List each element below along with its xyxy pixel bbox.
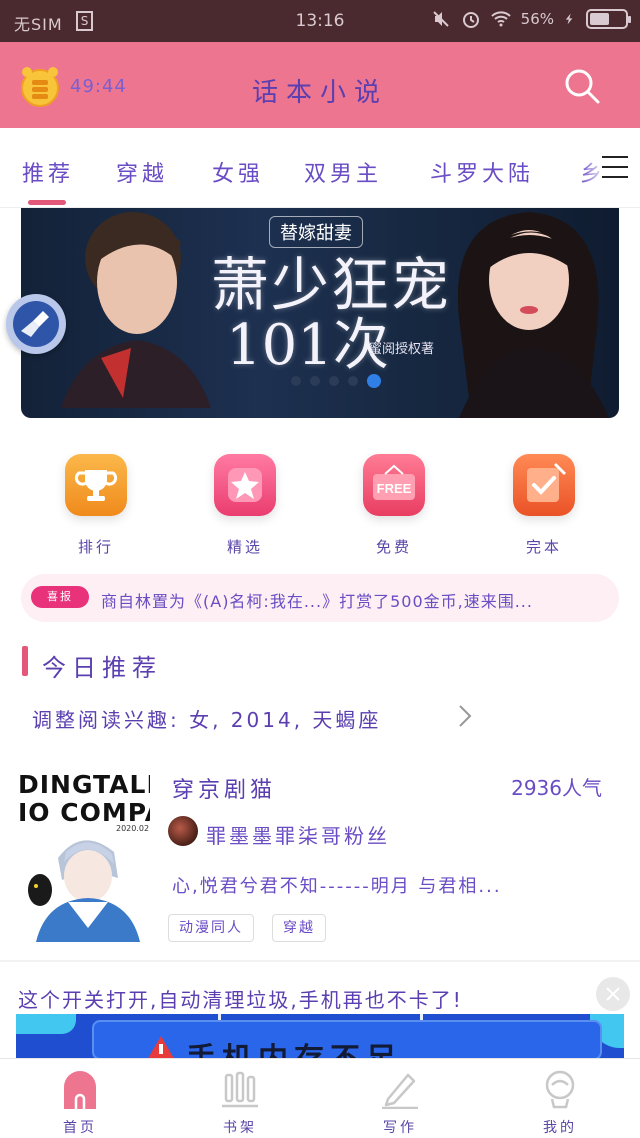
notice-text: 商自林置为《(A)名柯:我在...》打赏了500金币,速来围... xyxy=(101,592,533,611)
nav-profile-label: 我的 xyxy=(543,1120,577,1136)
nav-write-label: 写作 xyxy=(383,1120,417,1136)
menu-icon[interactable] xyxy=(600,152,630,182)
completed-label: 完本 xyxy=(525,538,562,556)
charging-icon xyxy=(565,13,573,25)
tag-anime-fanfic[interactable]: 动漫同人 xyxy=(168,914,254,942)
ad-banner-image[interactable]: 手机内存不足 xyxy=(16,1014,624,1058)
book-title[interactable]: 穿京剧猫 xyxy=(172,772,276,804)
nav-bookshelf[interactable]: 书架 xyxy=(160,1059,320,1138)
completed-button[interactable] xyxy=(513,454,575,516)
notice-badge: 喜报 xyxy=(31,586,89,608)
broom-icon xyxy=(13,301,59,347)
home-icon xyxy=(64,1071,96,1109)
section-title: 今日推荐 xyxy=(42,654,162,682)
banner-carousel[interactable]: 替嫁甜妻 萧少狂宠 101次 蜜阅授权著 xyxy=(21,208,619,418)
ranking-label: 排行 xyxy=(77,538,114,556)
author-name[interactable]: 罪墨墨罪柒哥粉丝 xyxy=(206,820,390,849)
bookshelf-icon xyxy=(222,1071,258,1108)
book-popularity: 2936人气 xyxy=(511,776,602,800)
ad-decoration xyxy=(16,1014,76,1034)
app-title: 话本小说 xyxy=(251,78,388,108)
carousel-dot[interactable] xyxy=(291,376,301,386)
active-tab-indicator xyxy=(28,200,66,205)
cover-text-line1: DINGTALK xyxy=(18,770,150,799)
tab-double-male-lead[interactable]: 双男主 xyxy=(304,156,382,188)
featured-label: 精选 xyxy=(226,538,263,556)
nav-profile[interactable]: 我的 xyxy=(480,1059,640,1138)
tag-time-travel[interactable]: 穿越 xyxy=(272,914,326,942)
chevron-right-icon[interactable] xyxy=(456,703,474,729)
battery-percent: 56% xyxy=(520,10,554,28)
book-description: 心,悦君兮君不知------明月 与君相... xyxy=(172,876,502,897)
reading-preferences-link[interactable]: 调整阅读兴趣: 女, 2014, 天蝎座 xyxy=(32,704,381,733)
alarm-icon xyxy=(462,12,479,28)
carousel-dots xyxy=(291,374,381,388)
status-icons: 56% xyxy=(431,9,631,29)
warning-icon xyxy=(148,1036,174,1058)
mute-icon xyxy=(432,11,449,27)
free-icon: FREE xyxy=(373,464,415,500)
nav-bookshelf-label: 书架 xyxy=(223,1120,257,1136)
free-label: 免费 xyxy=(375,538,412,556)
ad-close-button[interactable] xyxy=(596,977,630,1011)
banner-person-right xyxy=(457,212,609,418)
floating-clean-button[interactable] xyxy=(6,294,66,354)
tab-strong-female[interactable]: 女强 xyxy=(212,156,264,188)
profile-icon xyxy=(545,1070,575,1109)
wifi-icon xyxy=(490,11,511,27)
banner-author: 蜜阅授权著 xyxy=(369,342,435,357)
bottom-navigation: 首页 书架 写作 我的 xyxy=(0,1058,640,1138)
tab-recommend[interactable]: 推荐 xyxy=(22,156,74,188)
divider xyxy=(0,960,640,962)
tab-time-travel[interactable]: 穿越 xyxy=(116,156,168,188)
book-cover[interactable]: DINGTALK IO COMPANY 2020.02. xyxy=(18,768,150,942)
category-tabs: 推荐 穿越 女强 双男主 斗罗大陆 乡 xyxy=(0,128,640,208)
ad-image-text: 手机内存不足 xyxy=(186,1034,402,1058)
section-marker xyxy=(22,646,28,676)
nav-write[interactable]: 写作 xyxy=(320,1059,480,1138)
battery-icon xyxy=(586,9,631,29)
ranking-button[interactable] xyxy=(65,454,127,516)
ad-text[interactable]: 这个开关打开,自动清理垃圾,手机再也不卡了! xyxy=(18,984,463,1013)
carousel-dot[interactable] xyxy=(367,374,381,388)
free-button[interactable]: FREE xyxy=(363,454,425,516)
tab-douluo-continent[interactable]: 斗罗大陆 xyxy=(430,156,534,188)
checkmark-icon xyxy=(527,462,567,502)
carousel-dot[interactable] xyxy=(329,376,339,386)
nav-home-label: 首页 xyxy=(63,1120,97,1136)
svg-text:FREE: FREE xyxy=(377,481,412,496)
author-avatar xyxy=(168,816,198,846)
app-header: 49:44 话本小说 xyxy=(0,42,640,128)
banner-title-line2: 101次 xyxy=(226,313,389,378)
star-icon xyxy=(228,468,262,502)
featured-button[interactable] xyxy=(214,454,276,516)
carousel-dot[interactable] xyxy=(348,376,358,386)
close-icon xyxy=(606,987,620,1001)
carousel-dot[interactable] xyxy=(310,376,320,386)
search-icon[interactable] xyxy=(562,66,602,106)
status-bar: 无SIM S 13:16 56% xyxy=(0,0,640,42)
trophy-icon xyxy=(74,470,118,501)
cover-illustration xyxy=(28,840,140,942)
pen-icon xyxy=(382,1073,418,1109)
nav-home[interactable]: 首页 xyxy=(0,1059,160,1138)
reward-notice[interactable]: 喜报 商自林置为《(A)名柯:我在...》打赏了500金币,速来围... xyxy=(21,574,619,622)
